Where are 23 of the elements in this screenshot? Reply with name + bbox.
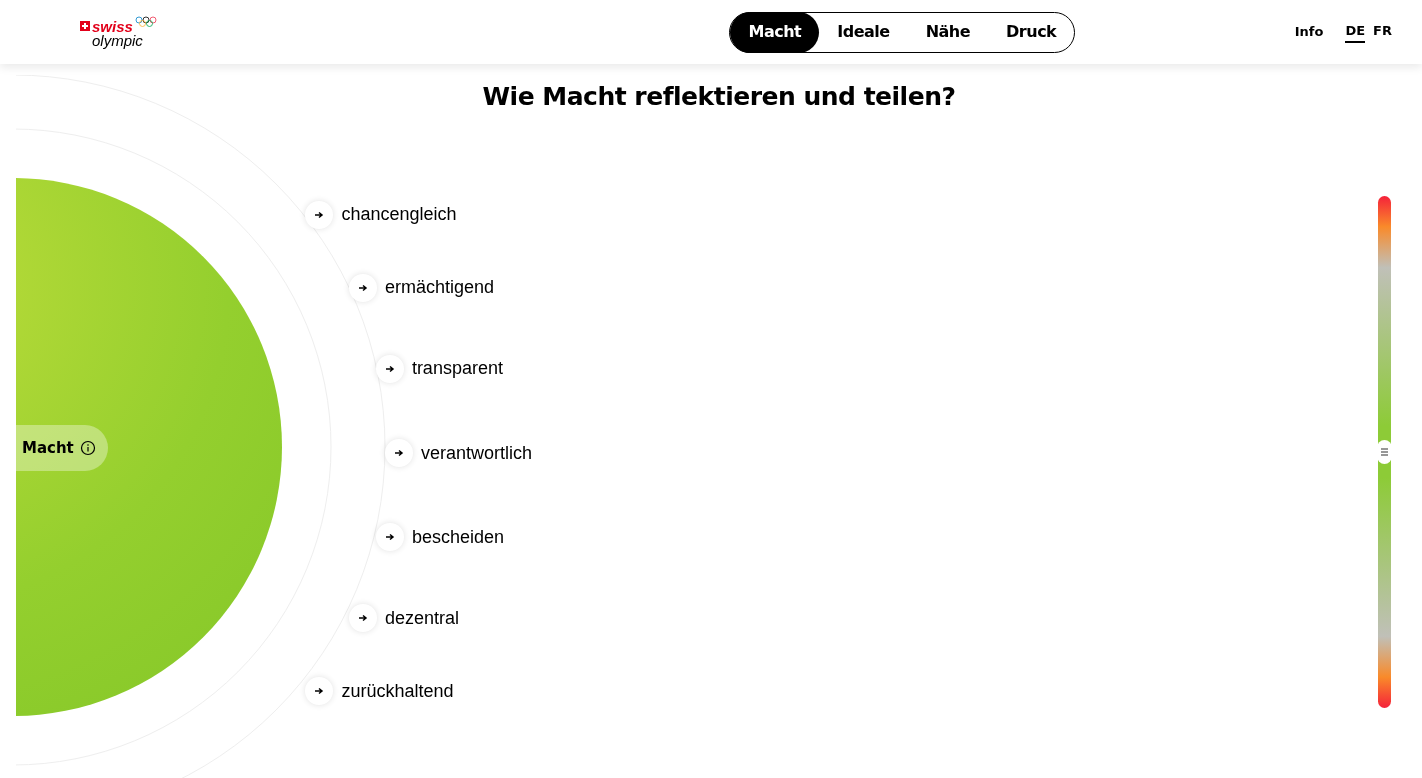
option-link[interactable]: dezentral [384,604,459,632]
center-label[interactable]: Macht [16,425,108,471]
tab[interactable]: Macht [730,11,820,53]
rings-icon [134,16,157,28]
option-link[interactable]: verantwortlich [421,439,533,467]
logo-text: swiss [92,18,133,34]
center-title: Macht [22,437,74,459]
option-link[interactable]: ermächtigend [384,274,494,302]
option-link[interactable]: chancengleich [341,201,457,229]
swiss-cross-icon [80,21,90,31]
tab[interactable]: Nähe [907,11,989,53]
language-link[interactable]: DE [1345,21,1366,43]
page-title: Wie Macht reflektieren und teilen? [481,81,957,113]
logo[interactable]: swiss olympic [80,16,180,48]
info-link[interactable]: Info [1294,22,1324,42]
tab[interactable]: Ideale [819,11,908,53]
logo-text: olympic [92,33,144,48]
tab[interactable]: Druck [988,11,1075,53]
info-icon[interactable] [79,440,96,456]
option-link[interactable]: bescheiden [411,524,504,551]
option-link[interactable]: zurückhaltend [341,677,454,705]
option-link[interactable]: transparent [411,355,503,382]
language-link[interactable]: FR [1373,21,1392,43]
